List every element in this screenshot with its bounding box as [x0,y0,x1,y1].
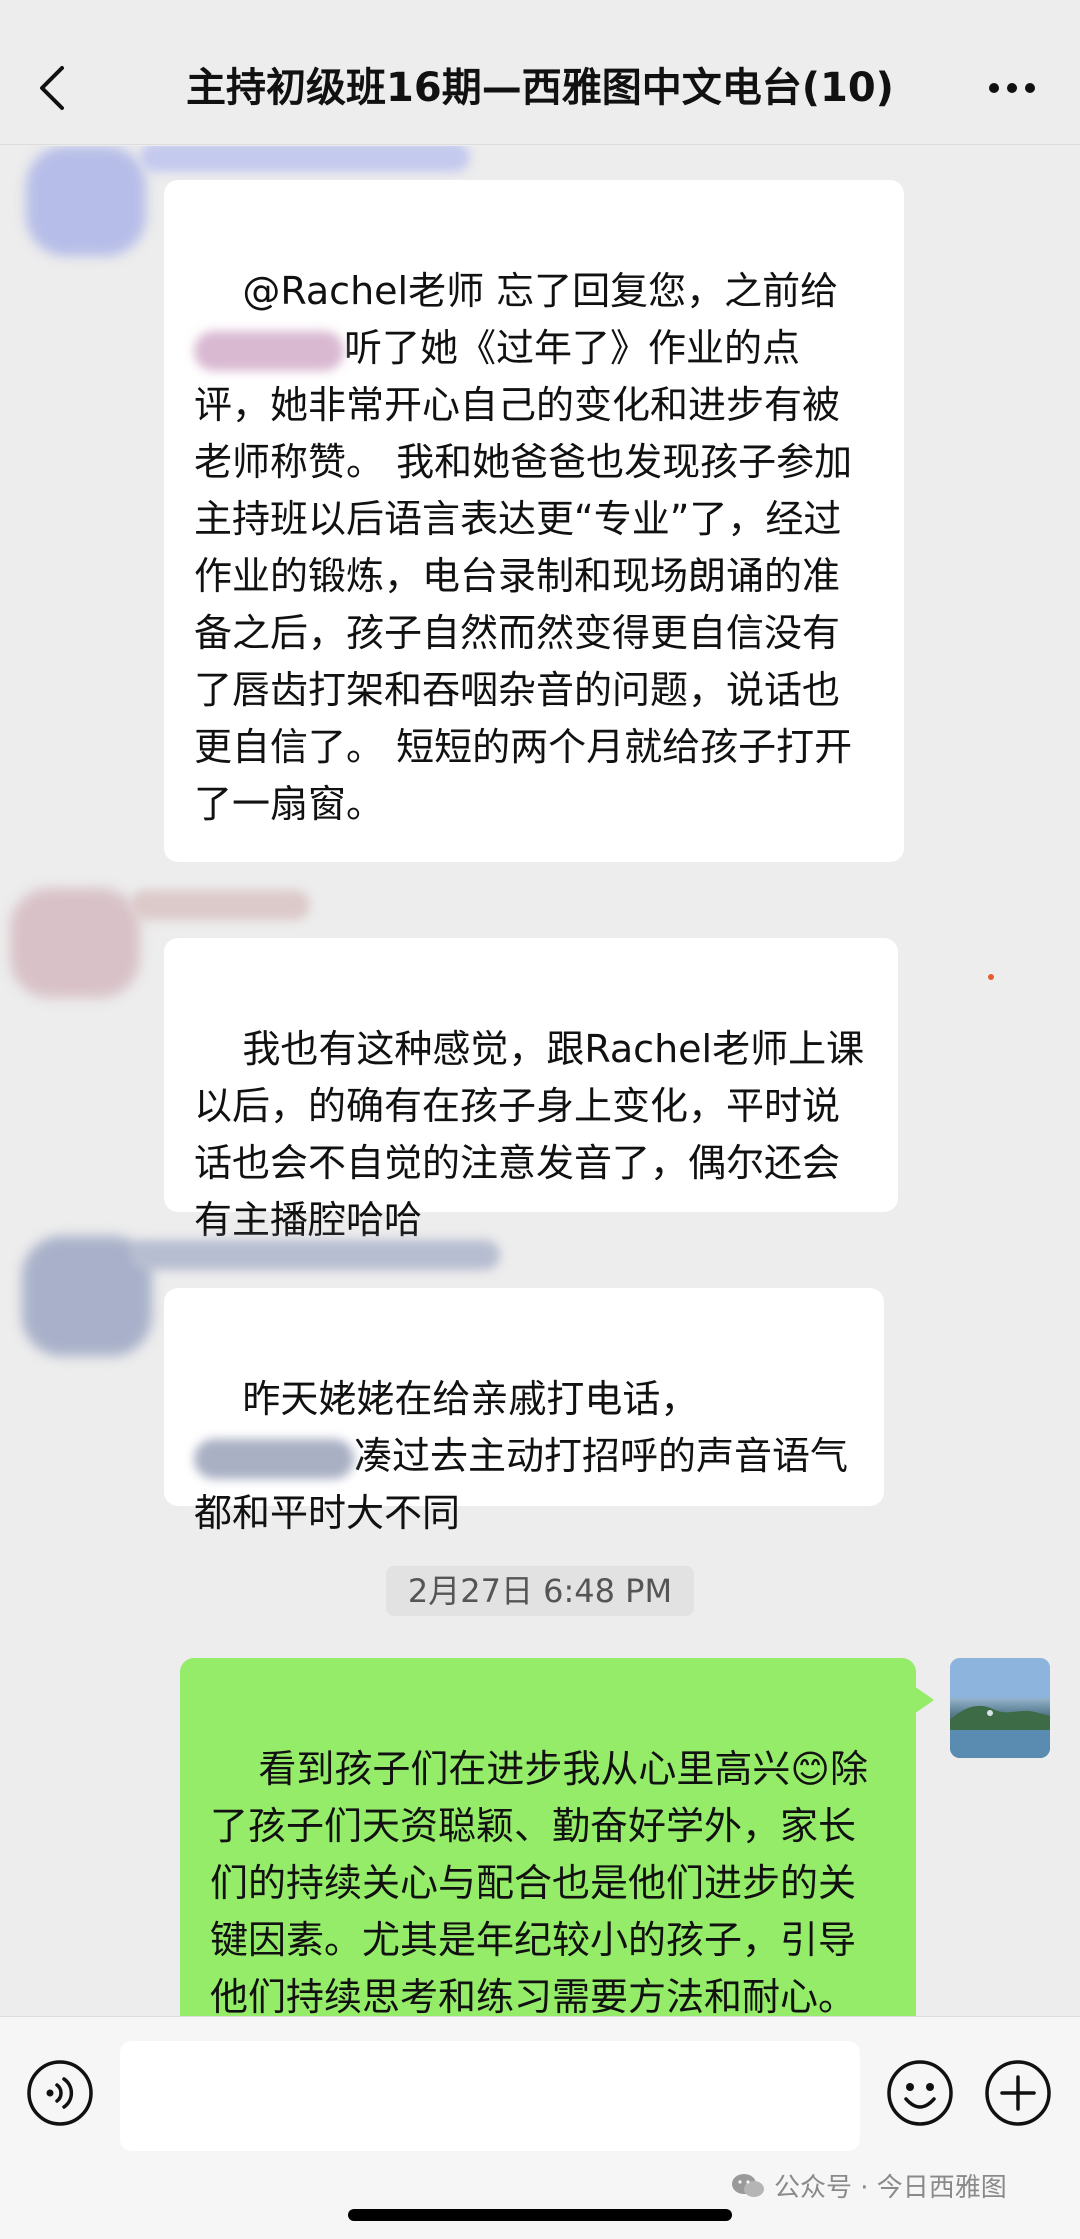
self-avatar[interactable] [950,1658,1050,1758]
input-bar: 公众号 · 今日西雅图 [0,2016,1080,2239]
sender-name [140,146,470,172]
message-text: 昨天姥姥在给亲戚打电话， [242,1377,699,1421]
chat-header: 主持初级班16期—西雅图中文电台(10) [0,0,1080,145]
blurred-name [194,1438,354,1479]
more-options-icon[interactable] [984,68,1040,108]
emoji-icon[interactable] [884,2057,956,2129]
message-text: 听了她《过年了》作业的点评，她非常开心自己的变化和进步有被老师称赞。 我和她爸爸… [194,326,853,826]
message-text: @Rachel老师 忘了回复您，之前给 [242,269,839,313]
avatar[interactable] [10,888,140,998]
voice-input-icon[interactable] [24,2057,96,2129]
message-text: 我也有这种感觉，跟Rachel老师上课以后，的确有在孩子身上变化，平时说话也会不… [194,1027,865,1242]
wechat-icon [732,2173,764,2197]
sender-name [130,890,310,920]
blurred-name [194,330,344,371]
avatar[interactable] [26,146,146,256]
message-text: 看到孩子们在进步我从心里高兴😊除了孩子们天资聪颖、勤奋好学外，家长们的持续关心与… [210,1747,868,2016]
message-timestamp: 2月27日 6:48 PM [386,1566,694,1616]
plus-icon[interactable] [982,2057,1054,2129]
message-list[interactable]: @Rachel老师 忘了回复您，之前给听了她《过年了》作业的点评，她非常开心自己… [0,146,1080,2016]
message-input[interactable] [120,2041,860,2151]
status-dot [988,974,994,980]
watermark: 公众号 · 今日西雅图 [730,2167,1007,2204]
back-icon[interactable] [30,58,78,118]
message-bubble[interactable]: 昨天姥姥在给亲戚打电话，凑过去主动打招呼的声音语气都和平时大不同 [164,1288,884,1535]
sender-name [130,1240,500,1270]
message-bubble[interactable]: 我也有这种感觉，跟Rachel老师上课以后，的确有在孩子身上变化，平时说话也会不… [164,938,898,1242]
chat-title: 主持初级班16期—西雅图中文电台(10) [186,65,894,111]
home-indicator[interactable] [348,2209,732,2221]
message-bubble[interactable]: @Rachel老师 忘了回复您，之前给听了她《过年了》作业的点评，她非常开心自己… [164,180,904,862]
watermark-text: 公众号 · 今日西雅图 [774,2173,1007,2203]
message-bubble-self[interactable]: 看到孩子们在进步我从心里高兴😊除了孩子们天资聪颖、勤奋好学外，家长们的持续关心与… [180,1658,934,2016]
